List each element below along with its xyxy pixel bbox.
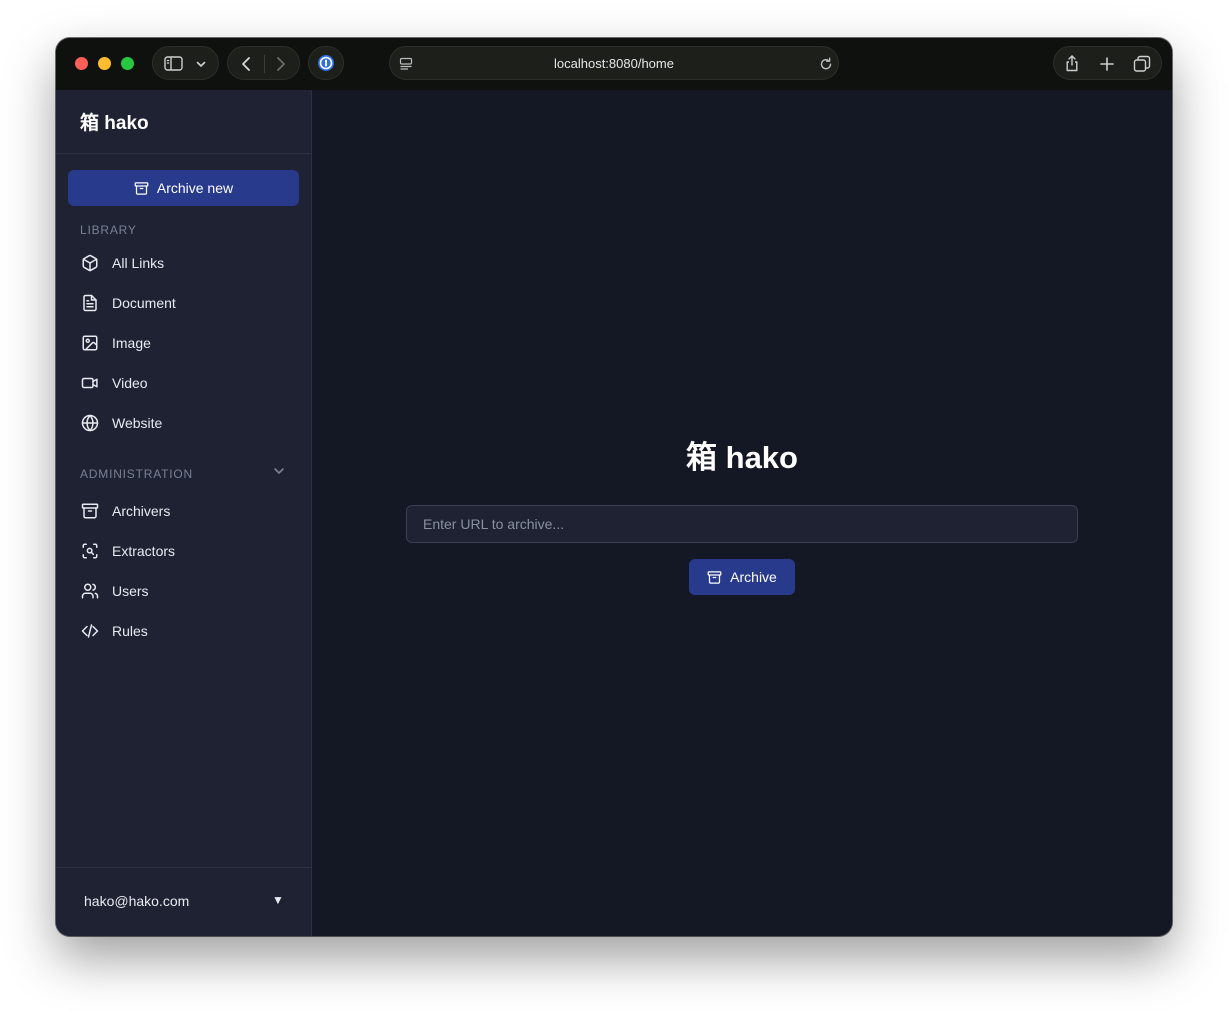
users-icon <box>80 581 100 601</box>
sidebar-item-document[interactable]: Document <box>68 285 299 321</box>
url-text[interactable]: localhost:8080/home <box>390 47 838 81</box>
minimize-window-button[interactable] <box>98 57 111 70</box>
document-icon <box>80 293 100 313</box>
sidebar-item-users[interactable]: Users <box>68 573 299 609</box>
page-title: 箱 hako <box>686 440 798 475</box>
image-icon <box>80 333 100 353</box>
archive-new-label: Archive new <box>156 180 234 196</box>
globe-icon <box>80 413 100 433</box>
sidebar-item-website[interactable]: Website <box>68 405 299 441</box>
sidebar-item-label: Document <box>112 295 176 311</box>
video-icon <box>80 373 100 393</box>
code-icon <box>80 621 100 641</box>
archive-icon <box>80 501 100 521</box>
sidebar-item-label: Users <box>112 583 149 599</box>
reload-icon[interactable] <box>818 56 834 72</box>
cube-icon <box>80 253 100 273</box>
browser-toolbar: localhost:8080/home <box>56 38 1172 90</box>
close-window-button[interactable] <box>75 57 88 70</box>
sidebar-item-label: Website <box>112 415 163 431</box>
zoom-window-button[interactable] <box>121 57 134 70</box>
address-bar[interactable]: localhost:8080/home <box>389 46 839 80</box>
password-manager-icon[interactable] <box>317 54 335 72</box>
sidebar-item-label: Image <box>112 335 151 351</box>
archive-button[interactable]: Archive <box>689 559 795 595</box>
library-section-label: LIBRARY <box>80 223 137 237</box>
scan-icon <box>80 541 100 561</box>
tab-overview-icon[interactable] <box>1132 54 1152 74</box>
archive-icon <box>134 181 149 196</box>
back-icon[interactable] <box>236 54 256 74</box>
administration-section-label[interactable]: ADMINISTRATION <box>80 467 193 481</box>
browser-actions <box>1053 46 1162 80</box>
sidebar-item-rules[interactable]: Rules <box>68 613 299 649</box>
user-menu[interactable]: hako@hako.com ▼ <box>56 867 311 936</box>
sidebar-toggle-group <box>152 46 219 80</box>
main-content: 箱 hako Archive <box>312 90 1172 936</box>
browser-window: localhost:8080/home 箱 hako Archive new L… <box>56 38 1172 936</box>
navigation-group <box>227 46 300 80</box>
sidebar-item-label: Video <box>112 375 148 391</box>
chevron-down-icon[interactable] <box>272 464 286 478</box>
sidebar-brand: 箱 hako <box>56 90 311 154</box>
sidebar-item-video[interactable]: Video <box>68 365 299 401</box>
sidebar-item-archivers[interactable]: Archivers <box>68 493 299 529</box>
password-extension <box>308 46 344 80</box>
archive-icon <box>707 570 722 585</box>
sidebar-toggle-icon[interactable] <box>162 54 184 72</box>
sidebar-item-label: All Links <box>112 255 165 271</box>
archive-button-label: Archive <box>730 569 777 585</box>
sidebar-item-label: Extractors <box>112 543 176 559</box>
new-tab-icon[interactable] <box>1097 54 1117 74</box>
sidebar-item-label: Archivers <box>112 503 171 519</box>
sidebar-item-extractors[interactable]: Extractors <box>68 533 299 569</box>
user-menu-caret-icon[interactable]: ▼ <box>272 893 284 907</box>
user-email[interactable]: hako@hako.com <box>84 893 189 909</box>
nav-divider <box>264 55 265 73</box>
sidebar: 箱 hako Archive new LIBRARY All Links Doc… <box>56 90 312 936</box>
share-icon[interactable] <box>1062 53 1082 73</box>
sidebar-item-label: Rules <box>112 623 148 639</box>
sidebar-item-image[interactable]: Image <box>68 325 299 361</box>
chevron-down-icon[interactable] <box>194 57 208 71</box>
url-input[interactable] <box>406 505 1078 543</box>
archive-new-button[interactable]: Archive new <box>68 170 299 206</box>
brand-logo[interactable]: 箱 hako <box>80 108 149 135</box>
sidebar-item-all-links[interactable]: All Links <box>68 245 299 281</box>
forward-icon[interactable] <box>271 54 291 74</box>
